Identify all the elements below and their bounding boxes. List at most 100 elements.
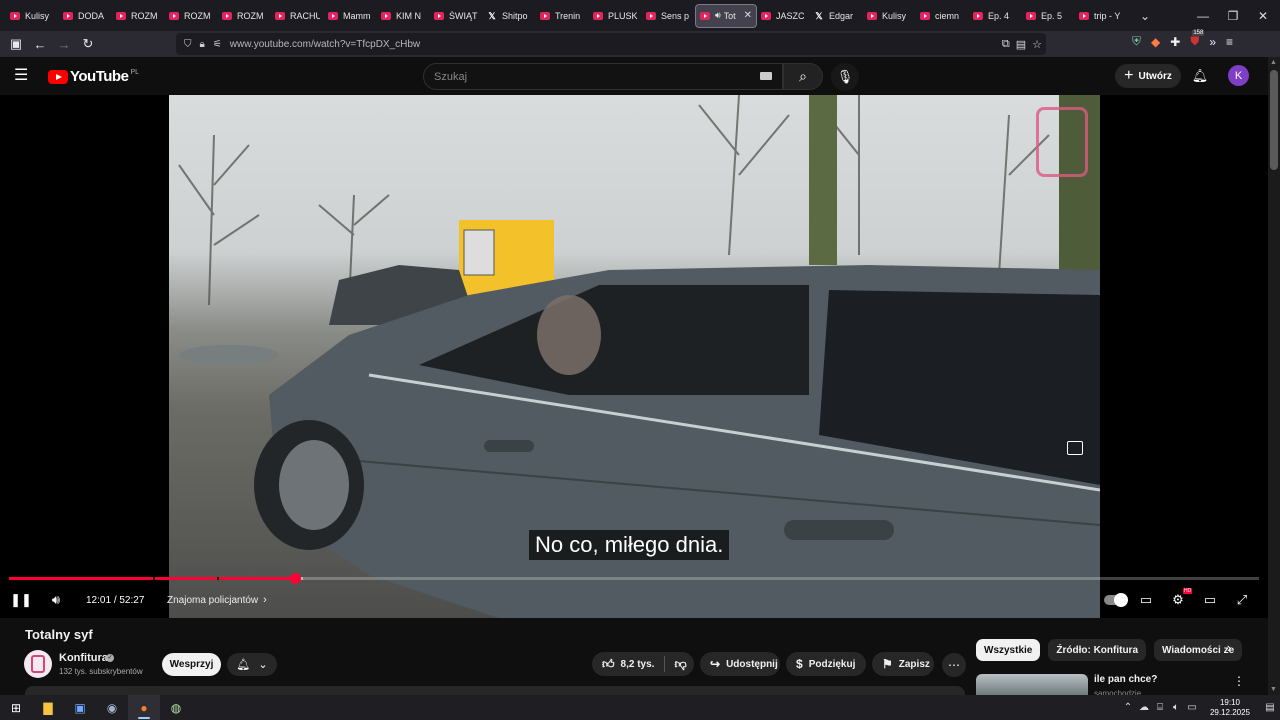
tab-audio-icon[interactable]: 🔊︎	[715, 10, 721, 21]
tray-overflow-icon[interactable]: ⌃	[1120, 702, 1136, 713]
channel-watermark-logo[interactable]	[1036, 107, 1088, 177]
subscription-bell-button[interactable]: 🔔︎ ⌄	[227, 653, 277, 676]
pause-button[interactable]: ❚❚	[10, 590, 32, 610]
notifications-bell-icon[interactable]: 🔔︎	[1190, 66, 1210, 86]
picture-in-picture-icon[interactable]	[1067, 441, 1083, 455]
account-avatar[interactable]: K	[1228, 65, 1249, 86]
description-box[interactable]	[25, 686, 965, 695]
tab[interactable]: ŚWIĄT	[430, 4, 483, 28]
like-count[interactable]: 8,2 tys.	[621, 659, 655, 670]
thanks-button[interactable]: $ Podziękuj	[786, 652, 866, 676]
tab[interactable]: trip - Y	[1075, 4, 1128, 28]
remote-desktop-icon[interactable]: ▣	[64, 695, 96, 720]
chips-next-icon[interactable]: ›	[1220, 640, 1238, 660]
tab[interactable]: DODA	[59, 4, 112, 28]
recommended-menu-icon[interactable]: ⋮	[1233, 674, 1245, 688]
theater-mode-icon[interactable]: ▭	[1199, 590, 1221, 610]
firefox-icon[interactable]: ●	[128, 695, 160, 720]
recommended-thumbnail[interactable]	[976, 674, 1088, 695]
tab-list-chevron-icon[interactable]: ⌄	[1136, 9, 1154, 23]
page-scrollbar[interactable]: ▲ ▼	[1268, 57, 1280, 695]
tab[interactable]: ciemn	[916, 4, 969, 28]
channel-avatar[interactable]	[24, 650, 52, 678]
progress-bar[interactable]	[9, 573, 1259, 584]
filter-chip[interactable]: Źródło: Konfitura	[1048, 639, 1147, 661]
notifications-icon[interactable]: ▤	[1260, 702, 1280, 713]
tab[interactable]: RACHU	[271, 4, 324, 28]
app-menu-icon[interactable]: ≡	[1226, 35, 1233, 49]
tab-active[interactable]: 🔊︎ Tot ✕	[695, 3, 757, 28]
video-player[interactable]: No co, miłego dnia. ❚❚ 🔊︎ 12:01 / 52:27 …	[0, 95, 1268, 618]
search-button[interactable]: ⌕	[783, 63, 823, 90]
create-button[interactable]: + Utwórz	[1115, 64, 1181, 88]
tab[interactable]: ROZM	[165, 4, 218, 28]
subtitles-icon[interactable]: ▭	[1135, 590, 1157, 610]
scrollbar-thumb[interactable]	[1270, 70, 1278, 170]
onedrive-icon[interactable]: ☁	[1136, 702, 1152, 713]
vpn-shield-icon[interactable]: ⛨	[1132, 34, 1141, 49]
chapter-button[interactable]: Znajoma policjantów ›	[167, 590, 267, 610]
keyboard-icon[interactable]	[760, 72, 772, 80]
tab[interactable]: Kulisy	[6, 4, 59, 28]
channel-name[interactable]: Konfitura	[59, 652, 108, 664]
file-explorer-icon[interactable]: ▇	[32, 695, 64, 720]
voice-search-button[interactable]: 🎙︎	[831, 63, 859, 91]
save-button[interactable]: ⚑ Zapisz	[872, 652, 934, 676]
lock-icon[interactable]: 🔒︎	[200, 39, 205, 50]
youtube-logo[interactable]: YouTube PL	[48, 68, 139, 85]
permissions-icon[interactable]: ⚟	[213, 39, 222, 50]
tab[interactable]: Ep. 4	[969, 4, 1022, 28]
extensions-puzzle-icon[interactable]: ✚	[1170, 35, 1180, 49]
tab[interactable]: KIM N	[377, 4, 430, 28]
clock[interactable]: 19:10 29.12.2025	[1200, 698, 1260, 718]
restore-icon[interactable]: ❐	[1218, 0, 1248, 31]
search-input[interactable]: Szukaj	[423, 63, 783, 90]
tab[interactable]: ROZM	[218, 4, 271, 28]
steam-icon[interactable]: ◉	[96, 695, 128, 720]
autoplay-toggle[interactable]	[1104, 593, 1128, 607]
extension-fox-icon[interactable]: ◆	[1151, 35, 1160, 49]
channel-logo-icon	[31, 655, 45, 673]
filter-chip[interactable]: Wszystkie	[976, 639, 1041, 661]
support-button[interactable]: Wesprzyj	[162, 653, 221, 676]
more-actions-icon[interactable]: ⋯	[942, 653, 966, 677]
tab[interactable]: Sens p	[642, 4, 695, 28]
menu-icon[interactable]: ☰	[14, 67, 34, 85]
tab[interactable]: 𝕏 Shitpo	[483, 4, 536, 28]
share-button[interactable]: ↪ Udostępnij	[700, 652, 780, 676]
tab[interactable]: ROZM	[112, 4, 165, 28]
tab-close-icon[interactable]: ✕	[744, 10, 752, 21]
app-icon[interactable]: ◍	[160, 695, 192, 720]
volume-tray-icon[interactable]: 🔈︎	[1168, 702, 1184, 713]
network-icon[interactable]: ⌸	[1152, 702, 1168, 713]
scroll-up-icon[interactable]: ▲	[1270, 59, 1277, 66]
tab[interactable]: PLUSK	[589, 4, 642, 28]
url-bar[interactable]: ⛉ 🔒︎ ⚟ www.youtube.com/watch?v=TfcpDX_cH…	[176, 33, 1046, 55]
start-windows-icon[interactable]: ⊞	[0, 695, 32, 720]
tab[interactable]: Kulisy	[863, 4, 916, 28]
close-window-icon[interactable]: ✕	[1248, 0, 1278, 31]
tab[interactable]: Mamm	[324, 4, 377, 28]
like-icon[interactable]: 👍︎	[602, 657, 615, 672]
tab[interactable]: Ep. 5	[1022, 4, 1075, 28]
picture-in-picture-icon[interactable]: ⧉	[1002, 38, 1010, 51]
more-tools-icon[interactable]: »	[1209, 35, 1216, 49]
scroll-down-icon[interactable]: ▼	[1270, 686, 1277, 693]
volume-icon[interactable]: 🔊︎	[45, 590, 67, 610]
shield-icon[interactable]: ⛉	[184, 39, 192, 50]
reload-icon[interactable]: ↻	[76, 33, 100, 55]
tab[interactable]: 𝕏 Edgar	[810, 4, 863, 28]
fullscreen-icon[interactable]: ⤢	[1231, 590, 1253, 610]
dislike-icon[interactable]: 👎︎	[674, 657, 686, 672]
sidebar-toggle-icon[interactable]: ▣	[4, 33, 28, 55]
minimize-icon[interactable]: —	[1188, 0, 1218, 31]
display-icon[interactable]: ▭	[1184, 702, 1200, 713]
tab[interactable]: JASZC	[757, 4, 810, 28]
recommended-title[interactable]: ile pan chce?	[1094, 674, 1157, 685]
tab[interactable]: Trenin	[536, 4, 589, 28]
back-icon[interactable]: ←	[28, 33, 52, 55]
ublock-icon[interactable]: ⛊ 158	[1190, 30, 1205, 49]
bookmark-star-icon[interactable]: ☆	[1032, 38, 1042, 51]
reader-view-icon[interactable]: ▤	[1016, 38, 1026, 51]
forward-icon[interactable]: →	[52, 33, 76, 55]
